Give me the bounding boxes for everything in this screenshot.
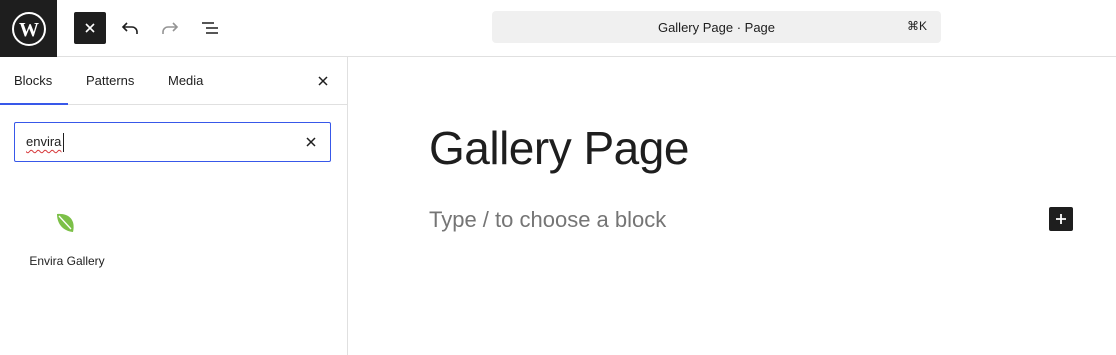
list-view-icon (202, 22, 218, 34)
page-title[interactable]: Gallery Page (429, 121, 689, 175)
redo-icon (162, 22, 179, 34)
keyboard-shortcut: ⌘K (906, 19, 927, 33)
close-icon (318, 76, 328, 86)
close-panel-button[interactable] (311, 69, 335, 93)
add-block-button[interactable] (1049, 207, 1073, 231)
block-result-envira-gallery[interactable]: Envira Gallery (20, 197, 114, 277)
tab-blocks[interactable]: Blocks (14, 57, 52, 105)
svg-text:W: W (19, 19, 39, 41)
active-tab-indicator (0, 103, 68, 105)
wordpress-logo-icon-graphic: W (11, 11, 46, 46)
document-title: Gallery Page · Page (657, 19, 776, 35)
block-result-label: Envira Gallery (29, 254, 105, 268)
block-search-input[interactable]: envira (14, 122, 331, 162)
clear-search-button[interactable] (300, 131, 322, 153)
tab-patterns[interactable]: Patterns (86, 57, 134, 105)
editor-canvas: Gallery Page Type / to choose a block (349, 57, 1116, 355)
inserter-tabs: Blocks Patterns Media (0, 57, 347, 105)
editor-header: W Gallery Page · Page ⌘K (0, 0, 1116, 57)
block-inserter-panel: Blocks Patterns Media envira Envira Gall… (0, 57, 348, 355)
plus-icon (1056, 214, 1066, 224)
leaf-icon (57, 213, 74, 232)
block-placeholder[interactable]: Type / to choose a block (429, 207, 666, 233)
redo-button[interactable] (154, 12, 186, 44)
undo-button[interactable] (114, 12, 146, 44)
list-view-button[interactable] (194, 12, 226, 44)
close-icon (306, 137, 316, 147)
close-inserter-button[interactable] (74, 12, 106, 44)
search-value: envira (26, 134, 62, 149)
command-palette-bar[interactable]: Gallery Page · Page ⌘K (492, 11, 941, 43)
tab-media[interactable]: Media (168, 57, 203, 105)
wordpress-logo-icon[interactable]: W (0, 0, 57, 57)
close-icon (85, 23, 95, 33)
undo-icon (121, 22, 138, 34)
text-caret (63, 133, 64, 152)
